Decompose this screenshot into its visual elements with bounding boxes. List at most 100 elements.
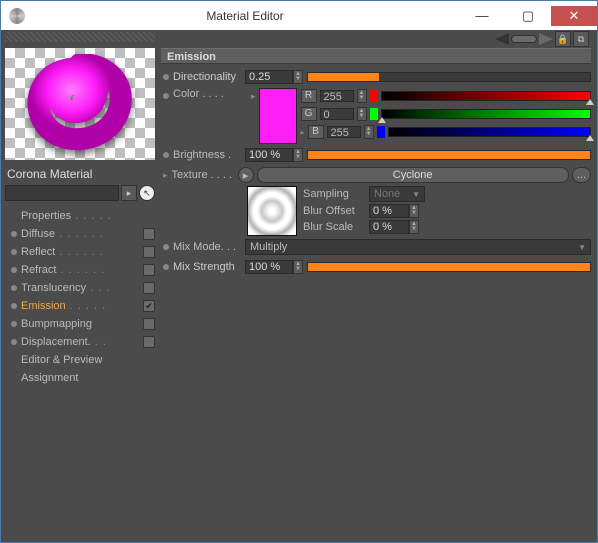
directionality-slider[interactable] bbox=[307, 72, 591, 82]
history-back-icon[interactable] bbox=[495, 33, 509, 45]
texture-name-button[interactable]: Cyclone bbox=[257, 167, 569, 183]
maximize-button[interactable]: ▢ bbox=[505, 6, 551, 26]
property-row-bumpmapping[interactable]: Bumpmapping bbox=[5, 315, 155, 333]
color-more-icon[interactable]: ▸ bbox=[301, 128, 305, 137]
g-chip bbox=[370, 108, 378, 120]
property-bullet bbox=[11, 249, 17, 255]
color-swatch[interactable] bbox=[259, 88, 297, 144]
property-checkbox[interactable] bbox=[143, 336, 155, 348]
material-preview[interactable] bbox=[5, 48, 155, 160]
brightness-input[interactable]: 100 % bbox=[245, 148, 293, 162]
property-checkbox[interactable]: ✔ bbox=[143, 300, 155, 312]
mix-strength-input[interactable]: 100 % bbox=[245, 260, 293, 274]
r-channel-button[interactable]: R bbox=[301, 89, 317, 103]
param-bullet bbox=[163, 264, 169, 270]
b-spinner[interactable]: ▲▼ bbox=[364, 125, 374, 139]
b-value-input[interactable]: 255 bbox=[327, 126, 361, 138]
r-value-input[interactable]: 255 bbox=[320, 90, 354, 102]
blur-offset-spinner[interactable]: ▲▼ bbox=[409, 204, 419, 218]
blur-offset-label: Blur Offset bbox=[303, 205, 363, 217]
window-title: Material Editor bbox=[31, 9, 459, 23]
g-value-input[interactable]: 0 bbox=[320, 108, 354, 120]
property-label: Refract . . . . . . bbox=[21, 264, 143, 276]
color-expand-icon[interactable]: ▸ bbox=[251, 91, 256, 102]
mix-strength-spinner[interactable]: ▲▼ bbox=[293, 260, 303, 274]
g-slider[interactable] bbox=[381, 109, 591, 119]
param-bullet bbox=[163, 152, 169, 158]
property-row-displacement-[interactable]: Displacement. . . bbox=[5, 333, 155, 351]
property-label: Reflect . . . . . . bbox=[21, 246, 143, 258]
property-bullet bbox=[11, 303, 17, 309]
search-input[interactable] bbox=[5, 185, 119, 201]
directionality-input[interactable]: 0.25 bbox=[245, 70, 293, 84]
mix-mode-dropdown[interactable]: Multiply▼ bbox=[245, 239, 591, 255]
property-checkbox[interactable] bbox=[143, 282, 155, 294]
texture-thumbnail[interactable] bbox=[247, 186, 297, 236]
property-row-editor-preview[interactable]: Editor & Preview bbox=[5, 351, 155, 369]
property-label: Properties . . . . . bbox=[21, 210, 155, 222]
content: Corona Material ▸ ↖ Properties . . . . .… bbox=[1, 30, 597, 542]
mix-strength-label: Mix Strength bbox=[173, 261, 245, 273]
property-checkbox[interactable] bbox=[143, 246, 155, 258]
property-label: Editor & Preview bbox=[21, 354, 155, 366]
b-chip bbox=[377, 126, 385, 138]
history-dropdown-icon[interactable]: ▸ bbox=[121, 185, 137, 201]
new-tab-icon[interactable]: ⧉ bbox=[573, 31, 589, 47]
b-channel-button[interactable]: B bbox=[308, 125, 324, 139]
brightness-label: Brightness . bbox=[173, 149, 245, 161]
property-label: Diffuse . . . . . . bbox=[21, 228, 143, 240]
close-button[interactable]: ✕ bbox=[551, 6, 597, 26]
property-row-emission[interactable]: Emission . . . . .✔ bbox=[5, 297, 155, 315]
picker-icon[interactable]: ↖ bbox=[139, 185, 155, 201]
mix-mode-label: Mix Mode. . . bbox=[173, 241, 245, 253]
lock-icon[interactable]: 🔒 bbox=[555, 31, 571, 47]
blur-scale-spinner[interactable]: ▲▼ bbox=[409, 220, 419, 234]
history-fwd-icon[interactable] bbox=[539, 33, 553, 45]
sampling-dropdown[interactable]: None▼ bbox=[369, 186, 425, 202]
g-spinner[interactable]: ▲▼ bbox=[357, 107, 367, 121]
texture-expand-icon[interactable]: ▸ bbox=[163, 170, 168, 181]
property-label: Bumpmapping bbox=[21, 318, 143, 330]
minimize-button[interactable]: — bbox=[459, 6, 505, 26]
section-header: Emission bbox=[161, 48, 591, 64]
brightness-slider[interactable] bbox=[307, 150, 591, 160]
property-row-diffuse[interactable]: Diffuse . . . . . . bbox=[5, 225, 155, 243]
directionality-label: Directionality bbox=[173, 71, 245, 83]
texture-history-icon[interactable]: ▸ bbox=[238, 167, 254, 183]
property-bullet bbox=[11, 285, 17, 291]
material-name: Corona Material bbox=[1, 164, 159, 183]
right-panel: 🔒 ⧉ Emission Directionality 0.25 ▲▼ Colo… bbox=[159, 30, 597, 542]
property-label: Translucency . . . bbox=[21, 282, 143, 294]
r-chip bbox=[370, 90, 378, 102]
r-slider[interactable] bbox=[381, 91, 591, 101]
property-bullet bbox=[11, 267, 17, 273]
param-bullet bbox=[163, 74, 169, 80]
property-bullet bbox=[11, 231, 17, 237]
property-checkbox[interactable] bbox=[143, 228, 155, 240]
g-channel-button[interactable]: G bbox=[301, 107, 317, 121]
sampling-label: Sampling bbox=[303, 188, 363, 200]
left-panel: Corona Material ▸ ↖ Properties . . . . .… bbox=[1, 30, 159, 542]
texture-browse-button[interactable]: ... bbox=[572, 167, 591, 183]
param-bullet bbox=[163, 93, 169, 99]
directionality-spinner[interactable]: ▲▼ bbox=[293, 70, 303, 84]
property-row-assignment[interactable]: Assignment bbox=[5, 369, 155, 387]
b-slider[interactable] bbox=[388, 127, 591, 137]
history-slider[interactable] bbox=[511, 35, 537, 43]
property-row-properties[interactable]: Properties . . . . . bbox=[5, 207, 155, 225]
property-row-translucency[interactable]: Translucency . . . bbox=[5, 279, 155, 297]
property-row-refract[interactable]: Refract . . . . . . bbox=[5, 261, 155, 279]
property-row-reflect[interactable]: Reflect . . . . . . bbox=[5, 243, 155, 261]
property-bullet bbox=[11, 339, 17, 345]
texture-label: Texture . . . . bbox=[172, 169, 238, 181]
mix-strength-slider[interactable] bbox=[307, 262, 591, 272]
property-checkbox[interactable] bbox=[143, 318, 155, 330]
blur-offset-input[interactable]: 0 % bbox=[369, 204, 409, 218]
r-spinner[interactable]: ▲▼ bbox=[357, 89, 367, 103]
property-checkbox[interactable] bbox=[143, 264, 155, 276]
color-label: Color . . . . bbox=[173, 88, 245, 100]
blur-scale-input[interactable]: 0 % bbox=[369, 220, 409, 234]
property-bullet bbox=[11, 321, 17, 327]
brightness-spinner[interactable]: ▲▼ bbox=[293, 148, 303, 162]
drag-handle[interactable] bbox=[5, 32, 155, 42]
